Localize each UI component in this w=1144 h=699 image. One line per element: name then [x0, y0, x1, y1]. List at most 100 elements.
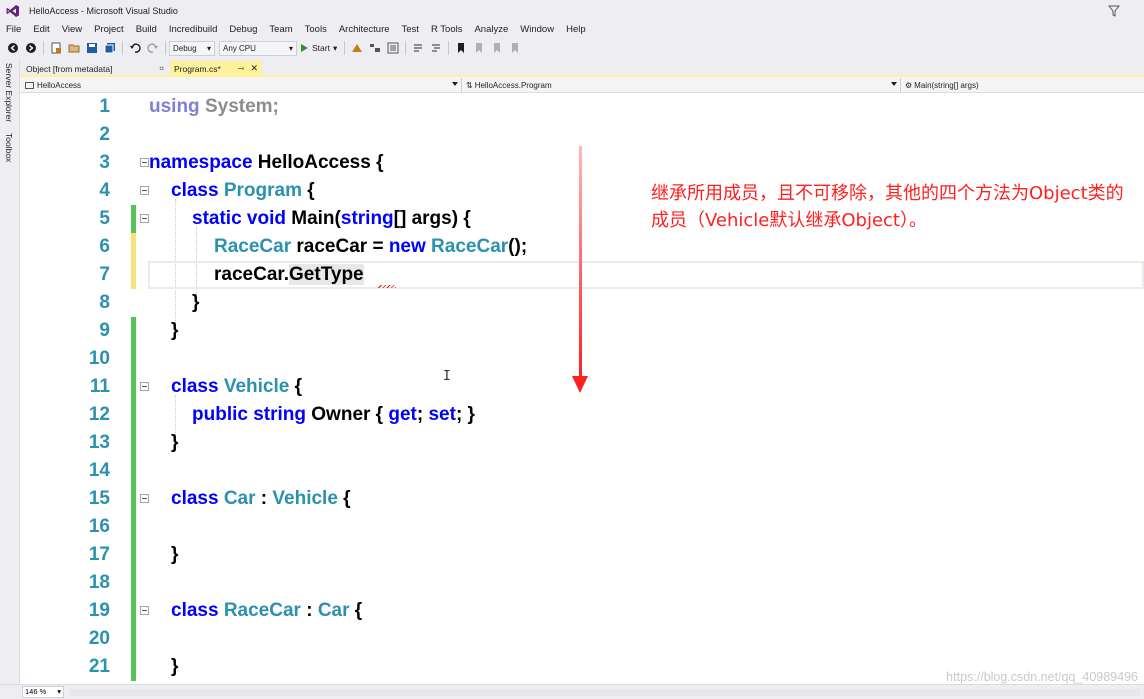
code-text: raceCar.GetType [214, 264, 364, 285]
change-marker-saved [131, 317, 136, 345]
collapse-toggle[interactable] [140, 214, 149, 223]
change-marker-saved [131, 373, 136, 401]
code-line-1: 1 using System; [20, 93, 1144, 121]
menu-analyze[interactable]: Analyze [468, 24, 514, 35]
change-marker-saved [131, 429, 136, 457]
code-line-2: 2 [20, 121, 1144, 149]
code-line-9: 9 } [20, 317, 1144, 345]
line-number: 13 [88, 432, 110, 453]
code-line-7: 7 raceCar.GetType [20, 261, 1144, 289]
clear-bookmarks-icon[interactable] [508, 41, 522, 55]
code-text: class Vehicle { [171, 376, 303, 397]
code-line-6: 6 RaceCar raceCar = new RaceCar(); [20, 233, 1144, 261]
change-marker-saved [131, 569, 136, 597]
menu-test[interactable]: Test [396, 24, 425, 35]
close-icon[interactable]: ✕ [250, 63, 258, 74]
server-explorer-tab[interactable]: Server Explorer [4, 63, 14, 122]
line-number: 18 [88, 572, 110, 593]
visual-studio-logo-icon [6, 4, 20, 18]
filter-icon[interactable] [1107, 2, 1121, 17]
bookmark-icon[interactable] [454, 41, 468, 55]
line-number: 21 [88, 656, 110, 677]
menu-build[interactable]: Build [130, 24, 163, 35]
collapse-toggle[interactable] [140, 606, 149, 615]
pin-icon[interactable]: ⊸ [238, 64, 245, 73]
line-number: 14 [88, 460, 110, 481]
menu-edit[interactable]: Edit [27, 24, 55, 35]
code-line-15: 15 class Car : Vehicle { [20, 485, 1144, 513]
line-number: 2 [99, 124, 110, 145]
menu-view[interactable]: View [56, 24, 88, 35]
undo-icon[interactable] [128, 41, 142, 55]
menu-debug[interactable]: Debug [223, 24, 263, 35]
platform-value: Any CPU [223, 43, 256, 53]
editor-bottom-bar: 146 % ▾ [0, 684, 1144, 699]
pin-icon[interactable]: ⌗ [159, 64, 164, 74]
toolbar-separator [122, 41, 123, 55]
type-dropdown[interactable]: ⇅ HelloAccess.Program [463, 78, 901, 92]
platform-dropdown[interactable]: Any CPU ▾ [219, 40, 297, 56]
type-value: HelloAccess.Program [474, 80, 552, 90]
collapse-toggle[interactable] [140, 382, 149, 391]
code-text: class Program { [171, 180, 315, 201]
menu-team[interactable]: Team [263, 24, 298, 35]
tab-program-cs[interactable]: Program.cs* ⊸ ✕ [170, 61, 262, 76]
project-value: HelloAccess [37, 80, 82, 90]
start-debugging-button[interactable]: Start ▾ [301, 43, 337, 54]
redo-icon[interactable] [146, 41, 160, 55]
code-text: } [192, 292, 200, 313]
class-view-icon[interactable] [386, 41, 400, 55]
line-number: 20 [88, 628, 110, 649]
line-number: 5 [99, 208, 110, 229]
open-file-icon[interactable] [67, 41, 81, 55]
chevron-down-icon: ▾ [332, 42, 338, 53]
save-icon[interactable] [85, 41, 99, 55]
zoom-dropdown[interactable]: 146 % ▾ [22, 686, 64, 698]
menu-help[interactable]: Help [560, 24, 592, 35]
browser-link-icon[interactable] [350, 41, 364, 55]
project-dropdown[interactable]: HelloAccess [22, 78, 462, 92]
collapse-toggle[interactable] [140, 186, 149, 195]
tab-object-metadata[interactable]: Object [from metadata] ⌗ [22, 61, 168, 76]
line-number: 1 [99, 96, 110, 117]
uncomment-icon[interactable] [429, 41, 443, 55]
configuration-dropdown[interactable]: Debug ▾ [169, 40, 215, 56]
toolbar-separator [405, 41, 407, 55]
line-number: 19 [88, 600, 110, 621]
watermark-url: https://blog.csdn.net/qq_40989496 [946, 670, 1138, 684]
menu-architecture[interactable]: Architecture [333, 24, 396, 35]
annotation-arrow-shaft [579, 146, 582, 378]
collapse-toggle[interactable] [140, 494, 149, 503]
menu-file[interactable]: File [0, 24, 27, 35]
left-tool-window-strip: Server Explorer Toolbox [0, 59, 20, 699]
change-marker-saved [131, 625, 136, 653]
menu-project[interactable]: Project [88, 24, 130, 35]
toolbox-tab[interactable]: Toolbox [4, 133, 14, 162]
menu-incredibuild[interactable]: Incredibuild [163, 24, 224, 35]
tab-label: Program.cs* [174, 63, 221, 74]
member-dropdown[interactable]: ⚙ Main(string[] args) [902, 78, 1144, 92]
new-project-icon[interactable] [49, 41, 63, 55]
error-squiggle [378, 285, 396, 288]
save-all-icon[interactable] [103, 41, 117, 55]
forward-icon[interactable] [24, 41, 38, 55]
title-bar: HelloAccess - Microsoft Visual Studio [0, 0, 1144, 21]
horizontal-scrollbar[interactable] [70, 689, 1140, 696]
menu-tools[interactable]: Tools [299, 24, 333, 35]
change-marker-saved [131, 513, 136, 541]
code-text: } [171, 544, 179, 565]
next-bookmark-icon[interactable] [490, 41, 504, 55]
menu-window[interactable]: Window [514, 24, 560, 35]
menu-r-tools[interactable]: R Tools [425, 24, 469, 35]
code-text: RaceCar raceCar = new RaceCar(); [214, 236, 528, 257]
solution-explorer-icon[interactable] [368, 41, 382, 55]
change-marker-saved [131, 345, 136, 373]
collapse-toggle[interactable] [140, 158, 149, 167]
toolbar-separator [43, 41, 44, 55]
comment-icon[interactable] [411, 41, 425, 55]
code-text: namespace HelloAccess { [149, 152, 384, 173]
play-icon [301, 44, 308, 52]
back-icon[interactable] [6, 41, 20, 55]
previous-bookmark-icon[interactable] [472, 41, 486, 55]
member-value: Main(string[] args) [914, 80, 979, 90]
